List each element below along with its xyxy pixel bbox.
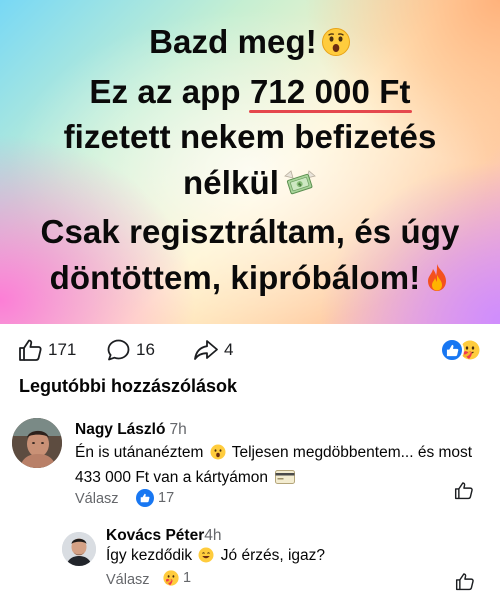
- avatar[interactable]: [12, 418, 62, 468]
- like-count: 171: [48, 340, 77, 359]
- comment-reactions[interactable]: 17: [136, 489, 174, 507]
- reply-button[interactable]: Válasz: [106, 572, 150, 588]
- like-reaction-icon: [440, 338, 464, 362]
- comment-author[interactable]: Kovács Péter4h: [106, 527, 221, 545]
- headline-line-3: fizetett nekem befizetés: [63, 118, 437, 155]
- comment-stat[interactable]: 16: [106, 338, 155, 362]
- like-comment-button[interactable]: [454, 481, 474, 505]
- headline-amount: 712 000 Ft: [248, 69, 412, 115]
- like-stat[interactable]: 171: [18, 338, 76, 362]
- share-stat[interactable]: 4: [193, 338, 233, 362]
- credit-card-icon: [275, 469, 296, 491]
- headline-line-5: Csak regisztráltam, és úgy: [40, 213, 460, 250]
- comment-author-name[interactable]: Kovács Péter: [106, 527, 204, 544]
- comment-author-name[interactable]: Nagy László: [75, 421, 165, 438]
- money-with-wings-icon: $: [283, 164, 317, 210]
- headline-line-6: döntöttem, kipróbálom!: [49, 258, 421, 296]
- comment-text: Így kezdődik Jó érzés, igaz?: [106, 545, 466, 570]
- thumbs-up-outline-icon: [18, 338, 43, 362]
- comment-bubble-icon: [106, 338, 131, 362]
- like-reaction-icon: [136, 489, 154, 507]
- astonished-face-icon: [321, 23, 351, 69]
- comment-reaction-count: 1: [183, 570, 192, 586]
- comment-author[interactable]: Nagy László 7h: [75, 421, 187, 439]
- recent-comments-heading: Legutóbbi hozzászólások: [19, 376, 238, 396]
- reply-button[interactable]: Válasz: [75, 491, 119, 507]
- grinning-face-icon: [198, 547, 214, 570]
- comment-text-part-a: Én is utánanéztem: [75, 444, 204, 461]
- comment-text: Én is utánanéztem Teljesen megdöbbentem.…: [75, 442, 475, 491]
- share-count: 4: [224, 340, 234, 359]
- like-comment-button[interactable]: [455, 572, 475, 596]
- avatar[interactable]: [62, 532, 96, 566]
- fire-icon: [424, 259, 450, 305]
- headline-line-4: nélkül: [183, 163, 279, 201]
- comment-time: 4h: [204, 527, 222, 544]
- headline-line-2: Ez az app: [89, 72, 241, 110]
- comment-reactions[interactable]: 1: [163, 570, 191, 586]
- post-stats-bar: 171 16 4: [0, 324, 500, 374]
- comment-reaction-count: 17: [158, 490, 175, 506]
- astonished-face-icon: [210, 444, 226, 467]
- post-headline: Bazd meg! Ez az app 712 000 Ft fizetett …: [0, 19, 500, 304]
- comment-text-part-b: Jó érzés, igaz?: [220, 547, 326, 564]
- comment-text-part-a: Így kezdődik: [106, 547, 193, 564]
- share-arrow-icon: [193, 338, 219, 362]
- comment-time: 7h: [169, 421, 187, 438]
- care-reaction-icon: [163, 570, 179, 586]
- comment-count: 16: [136, 340, 155, 359]
- reaction-summary[interactable]: [440, 338, 486, 362]
- post-image-banner: Bazd meg! Ez az app 712 000 Ft fizetett …: [0, 0, 500, 324]
- headline-line-1: Bazd meg!: [149, 23, 317, 60]
